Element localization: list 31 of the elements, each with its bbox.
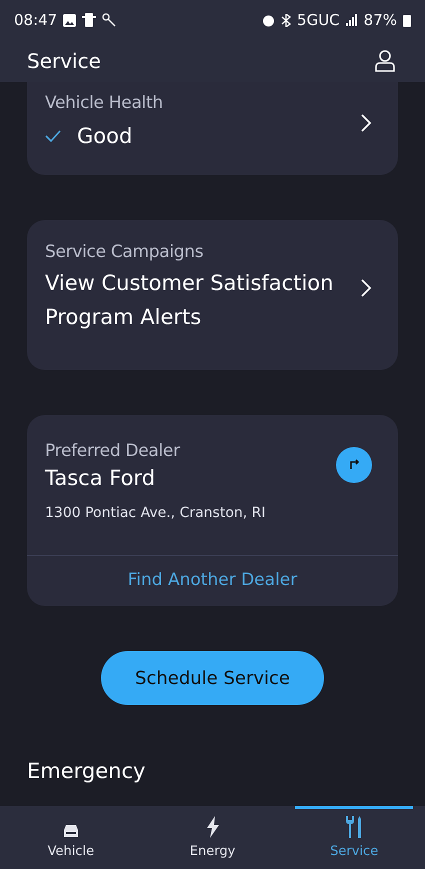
clock-time: 08:47 <box>14 11 58 29</box>
signal-icon <box>346 14 358 26</box>
tab[interactable]: Vehicle <box>12 806 130 869</box>
dealer-address: 1300 Pontiac Ave., Cranston, RI <box>45 505 266 521</box>
campaign-text: View Customer Satisfaction Program Alerts <box>45 270 334 331</box>
card-label: Service Campaigns <box>45 242 204 262</box>
tools-icon <box>345 816 364 838</box>
dealer-name: Tasca Ford <box>45 465 156 492</box>
card-label: Preferred Dealer <box>45 441 182 461</box>
key-icon <box>102 13 116 27</box>
chevron-right-icon <box>360 279 372 297</box>
battery-percent: 87% <box>364 11 397 29</box>
image-icon <box>63 14 76 26</box>
schedule-service-button[interactable]: Schedule Service <box>101 651 324 705</box>
chevron-right-icon <box>360 114 372 132</box>
directions-icon[interactable] <box>336 447 372 483</box>
card-label: Vehicle Health <box>45 93 163 113</box>
bluetooth-icon <box>281 14 292 26</box>
service-campaigns-card[interactable]: Service Campaigns View Customer Satisfaction Program Alerts <box>27 220 398 370</box>
vehicle-health-card[interactable]: Vehicle Health Good <box>27 82 398 175</box>
tab[interactable]: Energy <box>154 806 272 869</box>
account-icon[interactable] <box>375 50 395 72</box>
tab[interactable]: Service <box>295 806 414 869</box>
lightning-icon <box>206 816 220 838</box>
health-status: Good <box>77 123 132 150</box>
network-type: 5GUC <box>297 11 340 29</box>
battery-icon <box>403 14 411 26</box>
find-dealer-link[interactable]: Find Another Dealer <box>27 556 398 606</box>
page-title: Service <box>27 49 101 73</box>
check-icon <box>45 130 61 142</box>
section-title: Emergency <box>27 759 146 783</box>
